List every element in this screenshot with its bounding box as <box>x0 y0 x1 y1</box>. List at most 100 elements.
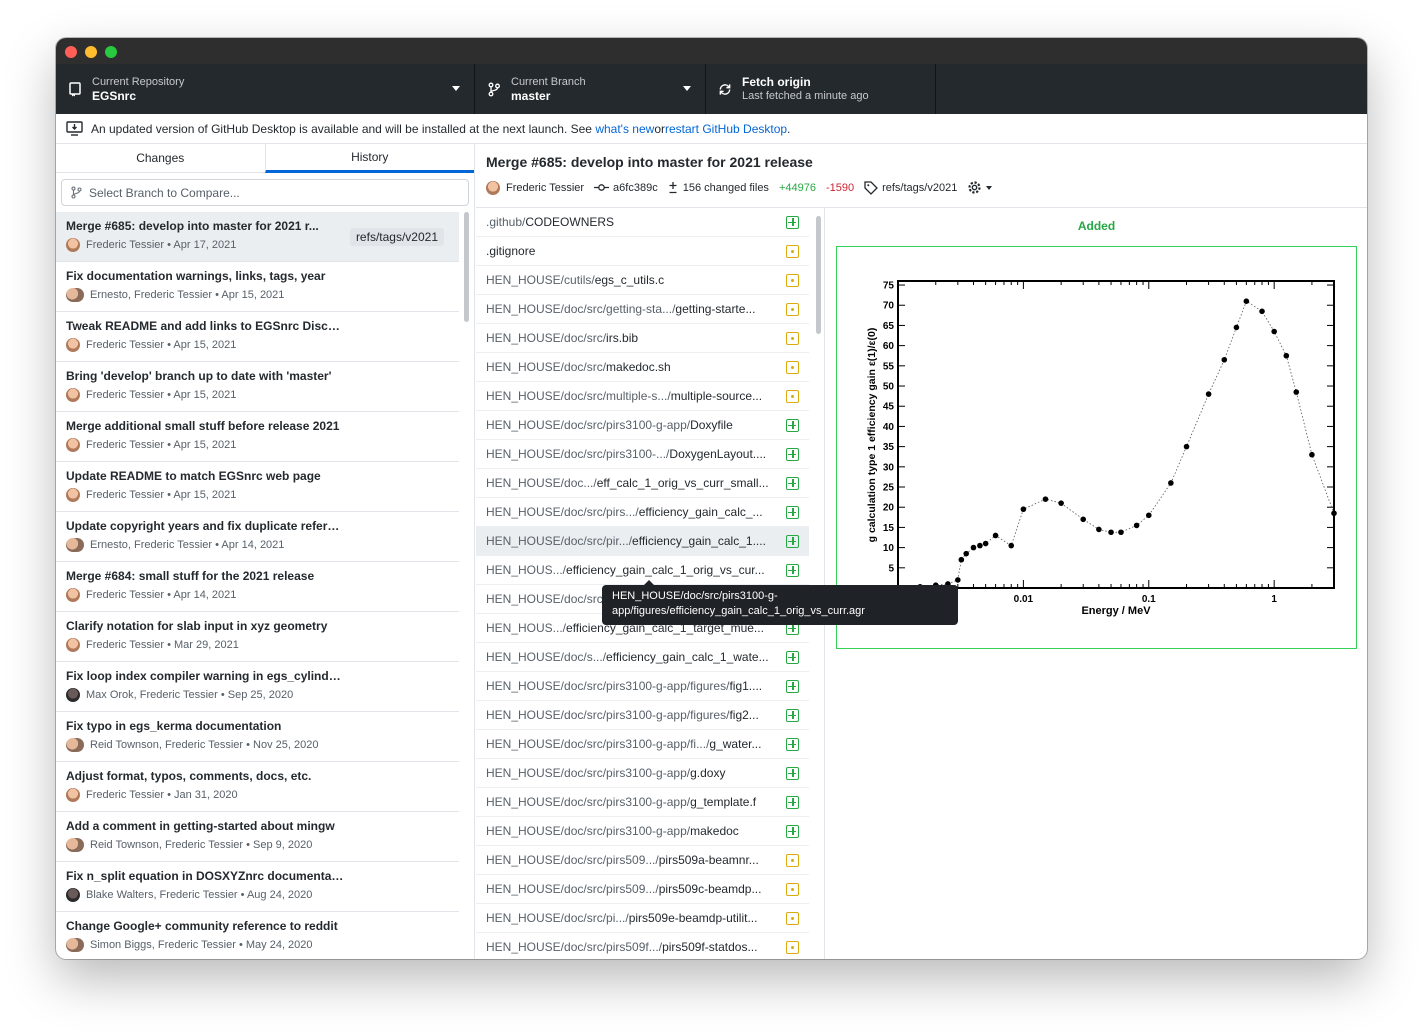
zoom-window-button[interactable] <box>105 46 117 58</box>
compare-branch-input[interactable]: Select Branch to Compare... <box>61 179 469 206</box>
tag-badge: refs/tags/v2021 <box>349 228 444 246</box>
file-row[interactable]: HEN_HOUSE/doc/src/pirs.../efficiency_gai… <box>476 498 809 527</box>
file-row[interactable]: HEN_HOUSE/doc/src/pirs3100-g-app/figures… <box>476 701 809 730</box>
tab-history[interactable]: History <box>264 144 474 173</box>
commit-row[interactable]: Tweak README and add links to EGSnrc Dis… <box>56 312 459 362</box>
file-row[interactable]: HEN_HOUSE/doc/src/pirs509f.../pirs509f-s… <box>476 933 809 959</box>
commit-row[interactable]: Merge additional small stuff before rele… <box>56 412 459 462</box>
commit-row[interactable]: Merge #685: develop into master for 2021… <box>56 212 459 262</box>
commit-title: Merge #685: develop into master for 2021… <box>66 219 319 233</box>
update-banner: An updated version of GitHub Desktop is … <box>56 114 1367 144</box>
commit-row[interactable]: Fix typo in egs_kerma documentation Reid … <box>56 712 459 762</box>
file-row[interactable]: HEN_HOUSE/doc.../eff_calc_1_orig_vs_curr… <box>476 469 809 498</box>
commit-row[interactable]: Clarify notation for slab input in xyz g… <box>56 612 459 662</box>
data-point <box>963 550 970 557</box>
data-point <box>1259 308 1265 315</box>
restart-link[interactable]: restart GitHub Desktop <box>665 122 787 136</box>
file-row[interactable]: HEN_HOUSE/doc/src/pirs3100-g-app/makedoc <box>476 817 809 846</box>
commit-row[interactable]: Bring 'develop' branch up to date with '… <box>56 362 459 412</box>
file-list-scrollbar[interactable] <box>816 216 821 334</box>
file-row[interactable]: HEN_HOUSE/doc/src/pi.../pirs509e-beamdp-… <box>476 904 809 933</box>
file-row[interactable]: HEN_HOUSE/doc/src/pirs3100-g-app/g_templ… <box>476 788 809 817</box>
file-row[interactable]: HEN_HOUSE/doc/src/multiple-s.../multiple… <box>476 382 809 411</box>
file-row[interactable]: .github/CODEOWNERS <box>476 208 809 237</box>
commit-row[interactable]: Fix loop index compiler warning in egs_c… <box>56 662 459 712</box>
avatar <box>66 788 80 802</box>
file-row[interactable]: .gitignore <box>476 237 809 266</box>
commit-row[interactable]: Adjust format, typos, comments, docs, et… <box>56 762 459 812</box>
commit-row[interactable]: Fix documentation warnings, links, tags,… <box>56 262 459 312</box>
commit-row[interactable]: Fix n_split equation in DOSXYZnrc docume… <box>56 862 459 912</box>
current-repository-button[interactable]: Current Repository EGSnrc <box>56 64 475 114</box>
file-dir: HEN_HOUSE/doc/src/pirs3100-g-app/ <box>486 824 691 838</box>
file-dir: HEN_HOUS.../ <box>486 621 567 635</box>
gear-icon <box>968 181 981 194</box>
file-name: getting-starte... <box>675 302 756 316</box>
y-tick-label: 75 <box>883 281 895 292</box>
file-row[interactable]: HEN_HOUSE/doc/src/makedoc.sh <box>476 353 809 382</box>
current-branch-button[interactable]: Current Branch master <box>475 64 706 114</box>
data-point <box>1331 510 1337 517</box>
file-path: HEN_HOUSE/doc/src/irs.bib <box>486 331 778 345</box>
commit-title: Fix documentation warnings, links, tags,… <box>66 269 326 283</box>
commit-title: Update README to match EGSnrc web page <box>66 469 321 483</box>
commit-list-scrollbar[interactable] <box>464 212 469 322</box>
avatar <box>66 538 84 552</box>
whats-new-link[interactable]: what's new <box>595 122 654 136</box>
file-name: DoxygenLayout.... <box>669 447 767 461</box>
commit-meta: Frederic Tessier a6fc389c 156 changed fi… <box>486 180 1357 195</box>
commit-row[interactable]: Add a comment in getting-started about m… <box>56 812 459 862</box>
commit-sha[interactable]: a6fc389c <box>594 182 658 194</box>
data-point <box>1283 352 1290 359</box>
data-point <box>970 544 977 551</box>
data-point <box>1108 529 1114 536</box>
commit-row[interactable]: Change Google+ community reference to re… <box>56 912 459 959</box>
file-path: HEN_HOUSE/doc/src/pirs509f.../pirs509f-s… <box>486 940 778 954</box>
sidebar-tabs: Changes History <box>56 144 474 173</box>
file-row[interactable]: HEN_HOUSE/doc/src/pirs3100-g-app/Doxyfil… <box>476 411 809 440</box>
x-tick-label: 0.1 <box>1142 594 1156 605</box>
tab-changes[interactable]: Changes <box>56 144 265 172</box>
file-row[interactable]: HEN_HOUSE/doc/src/pirs3100-g-app/g.doxy <box>476 759 809 788</box>
commit-author: Frederic Tessier <box>506 181 585 194</box>
file-row[interactable]: HEN_HOUSE/doc/src/pirs509.../pirs509c-be… <box>476 875 809 904</box>
chevron-down-icon <box>683 86 691 91</box>
file-dir: HEN_HOUSE/doc/src/pirs.../ <box>486 505 639 519</box>
branch-name: master <box>511 89 551 103</box>
file-name: .gitignore <box>486 244 536 258</box>
commit-row[interactable]: Update copyright years and fix duplicate… <box>56 512 459 562</box>
file-row[interactable]: HEN_HOUSE/doc/s.../efficiency_gain_calc_… <box>476 643 809 672</box>
diff-options-button[interactable] <box>967 180 993 195</box>
file-name: efficiency_gain_calc_... <box>638 505 763 519</box>
file-modified-icon <box>786 361 799 374</box>
commit-row[interactable]: Merge #684: small stuff for the 2021 rel… <box>56 562 459 612</box>
avatar <box>66 288 84 302</box>
changed-files-count: 156 changed files <box>682 181 769 194</box>
file-name: pirs509a-beamnr... <box>658 853 759 867</box>
data-point <box>1145 512 1152 519</box>
file-name: g_template.f <box>690 795 757 809</box>
fetch-origin-button[interactable]: Fetch origin Last fetched a minute ago <box>706 64 936 114</box>
repo-icon <box>68 81 82 97</box>
file-row[interactable]: HEN_HOUSE/cutils/egs_c_utils.c <box>476 266 809 295</box>
commit-row[interactable]: Update README to match EGSnrc web page Fr… <box>56 462 459 512</box>
file-row[interactable]: HEN_HOUSE/doc/src/pir.../efficiency_gain… <box>476 527 809 556</box>
file-dir: HEN_HOUSE/doc/src/pi.../ <box>486 911 629 925</box>
file-row[interactable]: HEN_HOUSE/doc/src/irs.bib <box>476 324 809 353</box>
file-row[interactable]: HEN_HOUSE/doc/src/pirs3100-.../DoxygenLa… <box>476 440 809 469</box>
file-row[interactable]: HEN_HOUSE/doc/src/getting-sta.../getting… <box>476 295 809 324</box>
file-row[interactable]: HEN_HOUSE/doc/src/pirs3100-g-app/figures… <box>476 672 809 701</box>
y-tick-label: 60 <box>883 341 895 352</box>
sidebar: Changes History Select Branch to Compare… <box>56 144 475 959</box>
file-row[interactable]: HEN_HOUS.../efficiency_gain_calc_1_orig_… <box>476 556 809 585</box>
data-point <box>977 542 983 549</box>
file-path-tooltip: HEN_HOUSE/doc/src/pirs3100-g- app/figure… <box>602 580 958 625</box>
avatar <box>66 838 84 852</box>
close-window-button[interactable] <box>65 46 77 58</box>
file-row[interactable]: HEN_HOUSE/doc/src/pirs509.../pirs509a-be… <box>476 846 809 875</box>
file-row[interactable]: HEN_HOUSE/doc/src/pirs3100-g-app/fi.../g… <box>476 730 809 759</box>
tooltip-line-2: app/figures/efficiency_gain_calc_1_orig_… <box>612 605 865 617</box>
file-name: g.doxy <box>690 766 726 780</box>
file-dir: HEN_HOUSE/doc/src/pirs3100-g-app/figures… <box>486 708 730 722</box>
minimize-window-button[interactable] <box>85 46 97 58</box>
